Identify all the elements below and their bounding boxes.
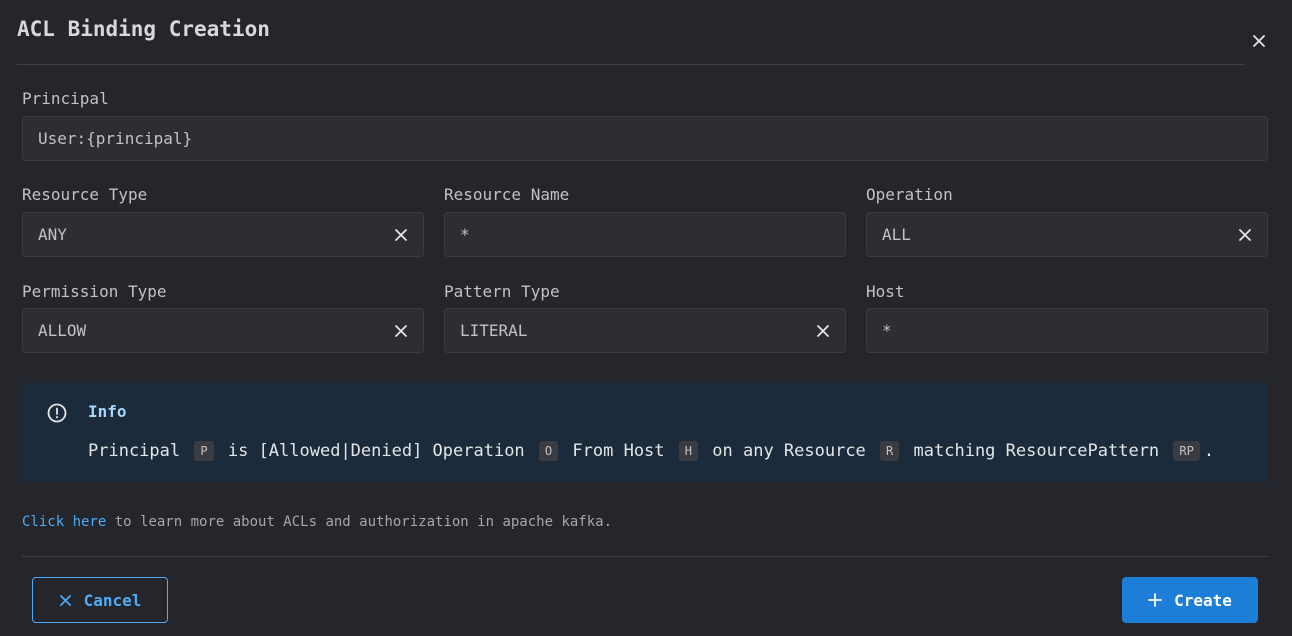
close-button[interactable] — [1246, 28, 1272, 54]
info-text: on any Resource — [712, 441, 866, 461]
info-code: O — [538, 441, 559, 461]
info-text: is [Allowed|Denied] Operation — [227, 441, 525, 461]
info-text: From Host — [572, 441, 665, 461]
permission-type-label: Permission Type — [22, 282, 167, 301]
pattern-type-select[interactable]: LITERAL — [444, 308, 846, 353]
resource-type-label: Resource Type — [22, 185, 148, 204]
close-icon — [1253, 35, 1265, 47]
pattern-type-value: LITERAL — [460, 321, 528, 340]
info-code: H — [678, 441, 699, 461]
plus-icon — [1148, 593, 1162, 607]
host-label: Host — [866, 282, 905, 301]
info-title: Info — [88, 402, 127, 421]
resource-name-label: Resource Name — [444, 185, 570, 204]
footer-divider — [22, 556, 1268, 557]
learn-more-text: Click here to learn more about ACLs and … — [22, 514, 612, 530]
pattern-type-clear-button[interactable] — [801, 309, 845, 352]
clear-icon — [395, 324, 407, 337]
info-code: RP — [1173, 441, 1200, 461]
create-label: Create — [1174, 590, 1232, 610]
permission-type-select[interactable]: ALLOW — [22, 308, 424, 353]
principal-input[interactable]: User:{principal} — [22, 116, 1268, 161]
info-alert: Info Principal P is [Allowed|Denied] Ope… — [22, 383, 1268, 482]
clear-icon — [395, 228, 407, 241]
operation-clear-button[interactable] — [1223, 213, 1267, 256]
operation-value: ALL — [882, 225, 911, 244]
info-code: P — [194, 441, 214, 461]
resource-type-clear-button[interactable] — [379, 213, 423, 256]
clear-icon — [817, 324, 829, 337]
learn-more-link[interactable]: Click here — [22, 514, 106, 530]
info-text: . — [1203, 441, 1215, 461]
create-button[interactable]: Create — [1122, 577, 1258, 623]
permission-type-clear-button[interactable] — [379, 309, 423, 352]
cancel-label: Cancel — [83, 590, 142, 610]
clear-icon — [1239, 228, 1251, 241]
info-circle-icon — [47, 403, 67, 423]
info-text: matching ResourcePattern — [913, 441, 1160, 461]
dialog-title: ACL Binding Creation — [17, 17, 270, 41]
cancel-button[interactable]: Cancel — [32, 577, 168, 623]
principal-value: User:{principal} — [38, 129, 193, 148]
resource-name-value: * — [460, 225, 470, 244]
acl-binding-dialog: ACL Binding Creation Principal User:{pri… — [0, 0, 1292, 636]
permission-type-value: ALLOW — [38, 321, 87, 340]
resource-name-input[interactable]: * — [444, 212, 846, 257]
info-text: Principal — [88, 441, 181, 461]
host-input[interactable]: * — [866, 308, 1268, 353]
info-code: R — [880, 441, 900, 461]
resource-type-value: ANY — [38, 225, 67, 244]
info-description: Principal P is [Allowed|Denied] Operatio… — [88, 440, 1214, 462]
title-divider — [17, 64, 1245, 65]
host-value: * — [882, 321, 892, 340]
resource-type-select[interactable]: ANY — [22, 212, 424, 257]
operation-select[interactable]: ALL — [866, 212, 1268, 257]
learn-more-description: to learn more about ACLs and authorizati… — [106, 514, 613, 530]
close-icon — [59, 594, 71, 606]
principal-label: Principal — [22, 89, 109, 108]
operation-label: Operation — [866, 185, 953, 204]
pattern-type-label: Pattern Type — [444, 282, 560, 301]
